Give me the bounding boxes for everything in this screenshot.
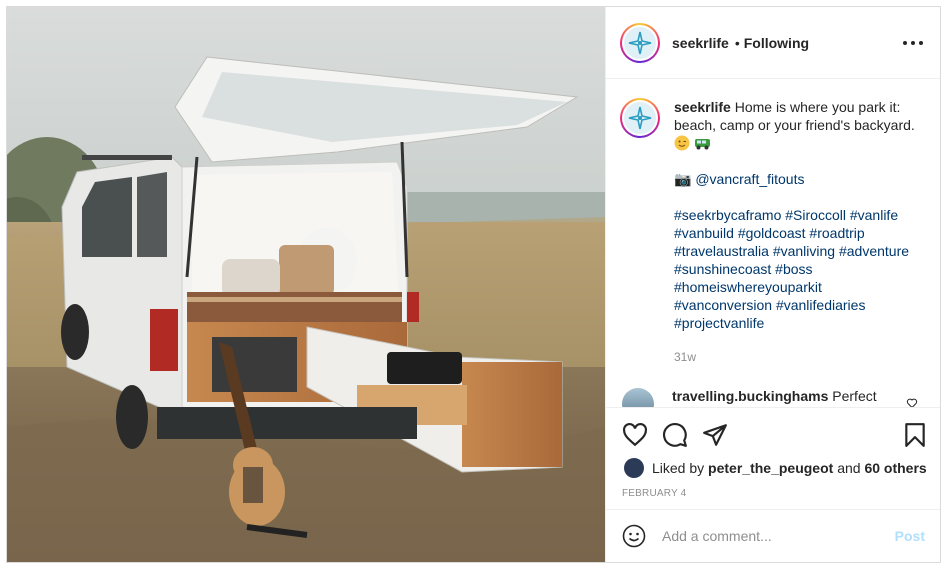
post-photo[interactable] [7,7,605,562]
caption: seekrlife Home is where you park it: bea… [620,98,927,366]
hashtag-line[interactable]: #homeiswhereyouparkit [674,278,924,296]
action-bar: Liked by peter_the_peugeot and 60 others… [606,407,940,509]
comment-text: Perfect [832,388,877,404]
caption-avatar[interactable] [620,98,660,138]
compass-logo-icon [628,31,652,54]
header-separator: • [734,34,740,51]
hashtag-line[interactable]: #sunshinecoast #boss [674,260,924,278]
hashtag-line[interactable]: #travelaustralia #vanliving #adventure [674,242,924,260]
post-header: seekrlife • Following [606,7,940,79]
comment-input[interactable] [662,528,882,544]
hashtag-line[interactable]: #vanbuild #goldcoast #roadtrip [674,224,924,242]
likes-prefix: Liked by [652,460,705,476]
paper-plane-icon[interactable] [702,422,728,448]
van-emoji-icon [694,139,710,150]
caption-timestamp[interactable]: 31w [674,348,924,366]
camera-emoji-icon: 📷 [674,171,692,187]
van-photo-illustration [7,7,605,562]
post-button[interactable]: Post [895,528,925,544]
smiley-icon[interactable] [622,524,646,548]
hashtag-line[interactable]: #vanconversion #vanlifediaries [674,296,924,314]
commenter-username[interactable]: travelling.buckinghams [672,388,828,404]
add-comment-bar: Post [606,509,940,562]
comment-item: travelling.buckinghams Perfect [620,388,927,407]
likes-joiner: and [837,460,861,476]
comments-area[interactable]: seekrlife Home is where you park it: bea… [606,80,940,407]
mention-link[interactable]: @vancraft_fitouts [695,171,804,187]
hashtag-line[interactable]: #projectvanlife [674,314,924,332]
likes-others-link[interactable]: 60 others [864,460,926,476]
compass-logo-icon [628,106,652,130]
liker-avatar[interactable] [624,458,644,478]
caption-username[interactable]: seekrlife [674,99,731,115]
profile-avatar[interactable] [620,22,660,63]
post-side-panel: seekrlife • Following seekrlife Home is … [605,7,940,562]
post-date[interactable]: FEBRUARY 4 [622,488,686,499]
more-options-icon[interactable] [903,33,923,53]
wink-emoji-icon [674,135,690,151]
hashtag-line[interactable]: #seekrbycaframo #Siroccoll #vanlife [674,206,924,224]
heart-icon[interactable] [622,422,648,448]
following-button[interactable]: Following [744,35,809,51]
post-modal: seekrlife • Following seekrlife Home is … [6,6,941,563]
bookmark-icon[interactable] [902,422,928,448]
hashtag-block: #seekrbycaframo #Siroccoll #vanlife #van… [674,206,924,332]
header-username[interactable]: seekrlife [672,35,729,51]
liker-username[interactable]: peter_the_peugeot [708,460,833,476]
comment-bubble-icon[interactable] [662,422,688,448]
commenter-avatar[interactable] [622,388,654,407]
likes-summary: Liked by peter_the_peugeot and 60 others [624,458,927,478]
